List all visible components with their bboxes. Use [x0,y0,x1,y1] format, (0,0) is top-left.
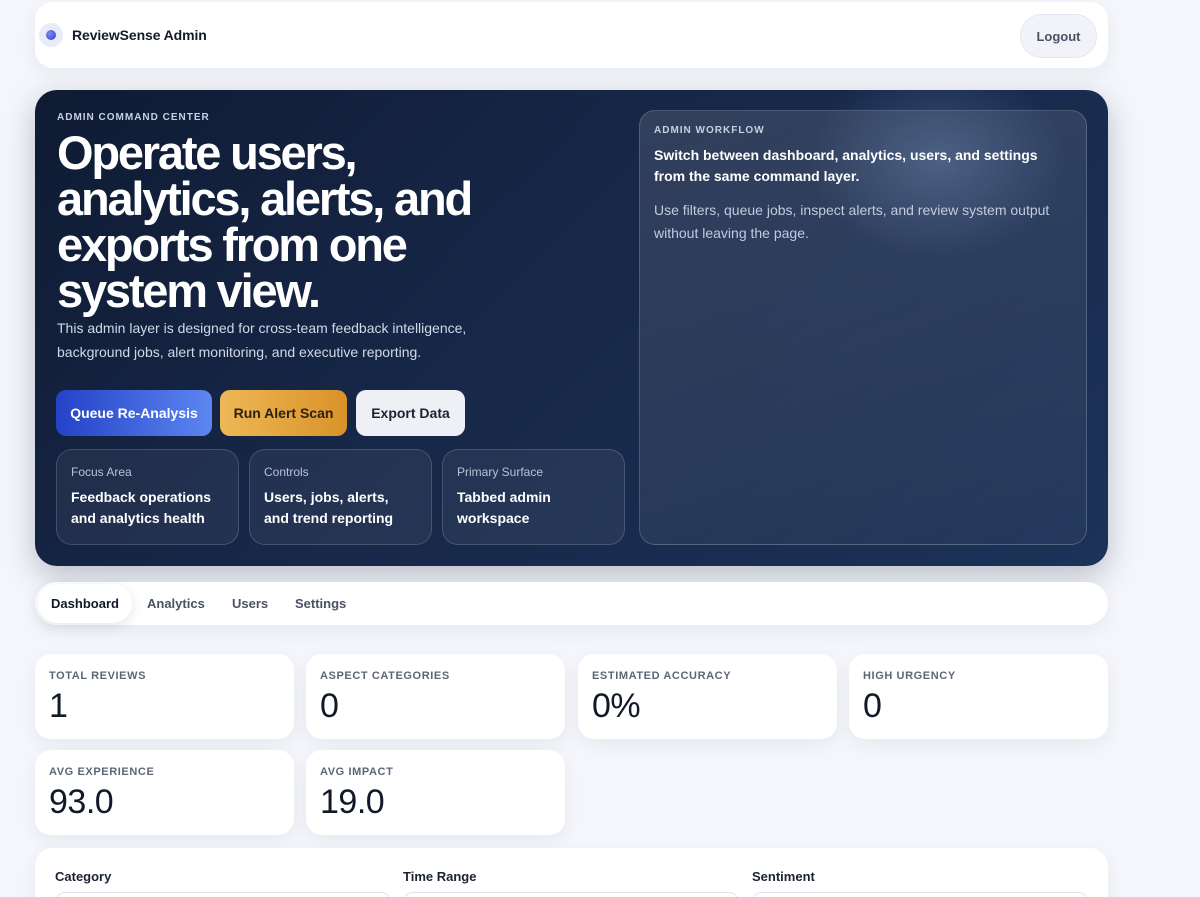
stat-label: TOTAL REVIEWS [49,670,147,682]
sentiment-filter-label: Sentiment [752,869,815,884]
stat-label: AVG IMPACT [320,766,394,778]
tab-dashboard[interactable]: Dashboard [38,584,132,623]
stat-value: 0 [863,687,882,725]
stat-total-reviews: TOTAL REVIEWS 1 [35,654,294,739]
hero-description: This admin layer is designed for cross-t… [57,320,467,360]
stat-value: 93.0 [49,783,114,821]
card-value: Tabbed admin workspace [457,489,551,526]
stat-avg-experience: AVG EXPERIENCE 93.0 [35,750,294,835]
brand-logo-icon [39,23,63,47]
hero-title: Operate users, analytics, alerts, and ex… [57,126,473,317]
hero-panel: ADMIN COMMAND CENTER Operate users, anal… [35,90,1108,566]
stat-value: 1 [49,687,68,725]
admin-page: ReviewSense Admin Logout ADMIN COMMAND C… [0,0,1200,897]
stat-value: 0% [592,687,641,725]
brand-name: ReviewSense Admin [72,27,207,43]
category-select[interactable] [55,892,391,897]
primary-surface-card: Primary Surface Tabbed admin workspace [442,449,625,545]
hero-eyebrow: ADMIN COMMAND CENTER [57,112,210,123]
tab-settings[interactable]: Settings [295,582,346,625]
brand[interactable]: ReviewSense Admin [39,23,207,47]
card-label: Focus Area [71,465,132,479]
stat-label: HIGH URGENCY [863,670,956,682]
queue-reanalysis-button[interactable]: Queue Re-Analysis [56,390,212,436]
stat-high-urgency: HIGH URGENCY 0 [849,654,1108,739]
workflow-eyebrow: ADMIN WORKFLOW [654,125,765,136]
stat-value: 19.0 [320,783,385,821]
filters-panel: Category Time Range Sentiment [35,848,1108,897]
card-value: Users, jobs, alerts, and trend reporting [264,489,394,526]
sentiment-select[interactable] [752,892,1088,897]
controls-card: Controls Users, jobs, alerts, and trend … [249,449,432,545]
tab-bar: Dashboard Analytics Users Settings [35,582,1108,625]
stat-label: ESTIMATED ACCURACY [592,670,732,682]
time-range-select[interactable] [403,892,739,897]
stat-aspect-categories: ASPECT CATEGORIES 0 [306,654,565,739]
export-data-button[interactable]: Export Data [356,390,465,436]
stat-label: AVG EXPERIENCE [49,766,155,778]
stat-avg-impact: AVG IMPACT 19.0 [306,750,565,835]
card-value: Feedback operations and analytics health [71,489,212,526]
stat-estimated-accuracy: ESTIMATED ACCURACY 0% [578,654,837,739]
focus-area-card: Focus Area Feedback operations and analy… [56,449,239,545]
category-filter-label: Category [55,869,112,884]
tab-users[interactable]: Users [232,582,268,625]
card-label: Controls [264,465,309,479]
admin-workflow-panel: ADMIN WORKFLOW Switch between dashboard,… [639,110,1087,545]
stat-value: 0 [320,687,339,725]
workflow-description: Use filters, queue jobs, inspect alerts,… [654,202,1050,241]
logout-button[interactable]: Logout [1020,14,1097,58]
time-range-filter-label: Time Range [403,869,477,884]
tab-analytics[interactable]: Analytics [147,582,205,625]
card-label: Primary Surface [457,465,544,479]
stat-label: ASPECT CATEGORIES [320,670,450,682]
workflow-title: Switch between dashboard, analytics, use… [654,147,1038,184]
run-alert-scan-button[interactable]: Run Alert Scan [220,390,347,436]
top-bar: ReviewSense Admin Logout [35,2,1108,68]
